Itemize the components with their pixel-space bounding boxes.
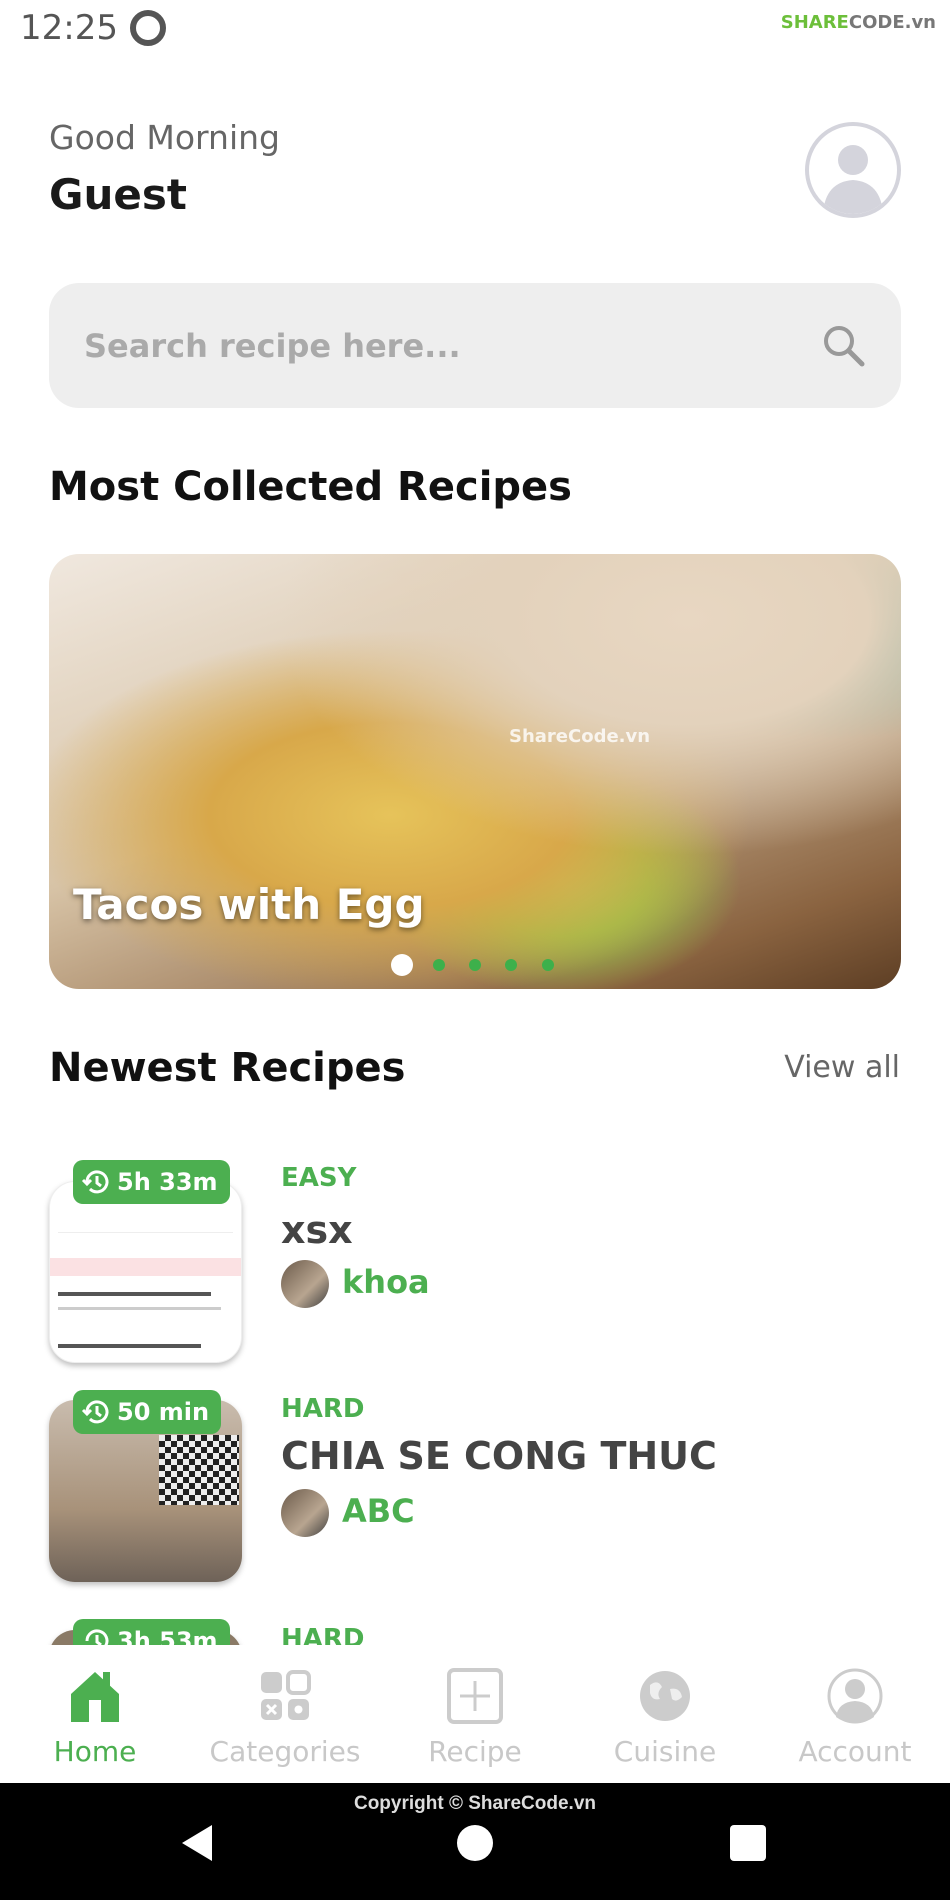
author-name[interactable]: khoa [342, 1263, 430, 1301]
history-icon [81, 1400, 109, 1424]
copyright-text: Copyright © ShareCode.vn [353, 1793, 597, 1814]
status-time: 12:25 [20, 8, 118, 48]
carousel-dot[interactable] [391, 954, 413, 976]
featured-recipe-carousel[interactable]: ShareCode.vn Tacos with Egg [49, 554, 901, 989]
home-icon [71, 1672, 119, 1722]
nav-home[interactable]: Home [0, 1645, 190, 1783]
nav-label: Cuisine [613, 1735, 717, 1768]
cook-time: 5h 33m [117, 1168, 218, 1196]
system-navigation-bar: Copyright © ShareCode.vn [0, 1783, 950, 1900]
nav-label: Account [798, 1735, 912, 1768]
view-all-link[interactable]: View all [784, 1050, 900, 1085]
search-input[interactable] [84, 283, 784, 408]
nav-account[interactable]: Account [760, 1645, 950, 1783]
nav-label: Recipe [428, 1735, 522, 1768]
plus-square-icon [447, 1668, 503, 1724]
recipe-title: xsx [281, 1208, 353, 1252]
nav-categories[interactable]: Categories [190, 1645, 380, 1783]
grid-icon [261, 1670, 311, 1720]
nav-label: Home [53, 1735, 137, 1768]
watermark-logo: SHARECODE.vn [780, 12, 936, 33]
user-icon [827, 1668, 883, 1724]
author-avatar [281, 1489, 329, 1537]
cook-time-badge: 5h 33m [73, 1160, 230, 1204]
user-icon [823, 145, 883, 214]
recents-button[interactable] [730, 1825, 766, 1861]
author-avatar [281, 1260, 329, 1308]
section-title-newest: Newest Recipes [49, 1045, 406, 1091]
home-button[interactable] [457, 1825, 493, 1861]
search-icon[interactable] [821, 323, 865, 367]
carousel-dot[interactable] [469, 959, 481, 971]
carousel-dot[interactable] [505, 959, 517, 971]
nav-recipe[interactable]: Recipe [380, 1645, 570, 1783]
cook-time-badge: 50 min [73, 1390, 222, 1434]
globe-icon [640, 1671, 690, 1721]
history-icon [81, 1170, 109, 1194]
avatar[interactable] [805, 122, 901, 218]
user-name: Guest [49, 170, 187, 219]
watermark: ShareCode.vn [509, 726, 651, 747]
search-bar[interactable] [49, 283, 901, 408]
back-button[interactable] [178, 1823, 218, 1863]
cook-time: 50 min [117, 1398, 210, 1426]
bottom-navigation: Home Categories Recipe Cuisine Account [0, 1645, 950, 1783]
notification-icon [130, 10, 166, 46]
section-title-most-collected: Most Collected Recipes [49, 464, 572, 510]
carousel-dot[interactable] [542, 959, 554, 971]
carousel-dot[interactable] [433, 959, 445, 971]
recipe-thumbnail [49, 1181, 242, 1363]
recipe-title: CHIA SE CONG THUC [281, 1434, 717, 1478]
nav-cuisine[interactable]: Cuisine [570, 1645, 760, 1783]
featured-recipe-title[interactable]: Tacos with Egg [73, 880, 425, 929]
nav-label: Categories [209, 1735, 361, 1768]
difficulty-label: HARD [281, 1394, 365, 1424]
author-name[interactable]: ABC [342, 1492, 415, 1530]
greeting: Good Morning [49, 118, 280, 157]
difficulty-label: EASY [281, 1163, 357, 1193]
